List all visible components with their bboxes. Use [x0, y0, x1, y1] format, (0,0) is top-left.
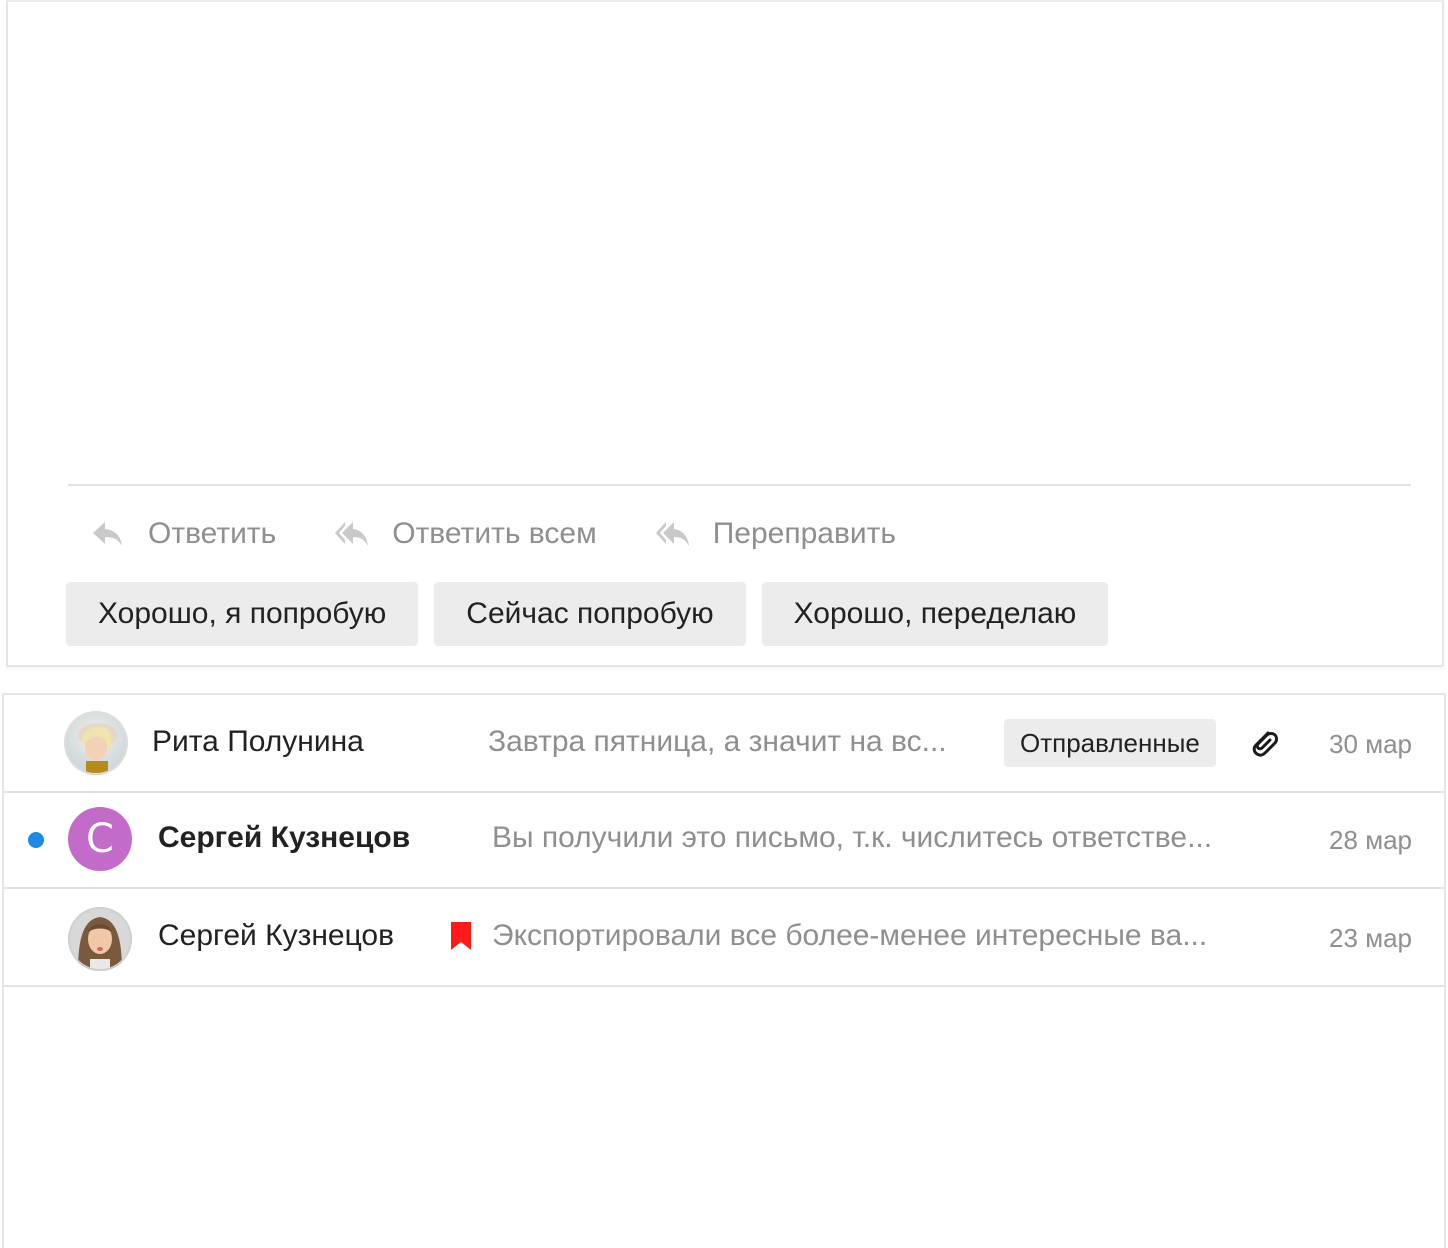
- quick-reply-button[interactable]: Хорошо, я попробую: [66, 582, 419, 646]
- mail-row[interactable]: Рита Полунина Завтра пятница, а значит н…: [4, 695, 1444, 793]
- attachment-icon: [1252, 731, 1278, 757]
- sender-name: Рита Полунина: [152, 725, 364, 758]
- mail-row[interactable]: С Сергей Кузнецов Вы получили это письмо…: [4, 793, 1444, 889]
- reply-all-button[interactable]: Ответить всем: [334, 516, 597, 552]
- divider: [68, 484, 1411, 486]
- reply-all-icon: [334, 516, 370, 552]
- avatar: С: [68, 807, 132, 871]
- message-snippet: Экспортировали все более-менее интересны…: [492, 919, 1208, 952]
- sender-name: Сергей Кузнецов: [158, 919, 395, 952]
- message-viewer: Ответить Ответить всем Переправить Хорош…: [6, 0, 1444, 667]
- quick-reply-button[interactable]: Сейчас попробую: [434, 582, 746, 646]
- avatar: [64, 711, 128, 775]
- message-snippet: Завтра пятница, а значит на вс...: [488, 725, 947, 758]
- reply-all-label: Ответить всем: [392, 517, 597, 550]
- reply-button[interactable]: Ответить: [90, 516, 276, 552]
- bookmark-icon[interactable]: [450, 921, 472, 951]
- message-date: 28 мар: [1329, 825, 1412, 855]
- folder-badge[interactable]: Отправленные: [1004, 719, 1216, 767]
- forward-icon: [655, 516, 691, 552]
- unread-dot[interactable]: [28, 832, 44, 848]
- message-date: 30 мар: [1329, 729, 1412, 759]
- message-snippet: Вы получили это письмо, т.к. числитесь о…: [492, 821, 1213, 854]
- mail-row[interactable]: Сергей Кузнецов Экспортировали все более…: [4, 889, 1444, 987]
- mail-list: Рита Полунина Завтра пятница, а значит н…: [2, 693, 1446, 1248]
- forward-label: Переправить: [712, 517, 897, 550]
- message-actions: Ответить Ответить всем Переправить: [90, 508, 954, 560]
- quick-replies: Хорошо, я попробую Сейчас попробую Хорош…: [66, 582, 1124, 646]
- message-date: 23 мар: [1329, 923, 1412, 953]
- forward-button[interactable]: Переправить: [655, 516, 896, 552]
- avatar: [68, 907, 132, 971]
- quick-reply-button[interactable]: Хорошо, переделаю: [761, 582, 1109, 646]
- reply-icon: [90, 516, 126, 552]
- reply-label: Ответить: [148, 517, 277, 550]
- sender-name: Сергей Кузнецов: [158, 821, 411, 854]
